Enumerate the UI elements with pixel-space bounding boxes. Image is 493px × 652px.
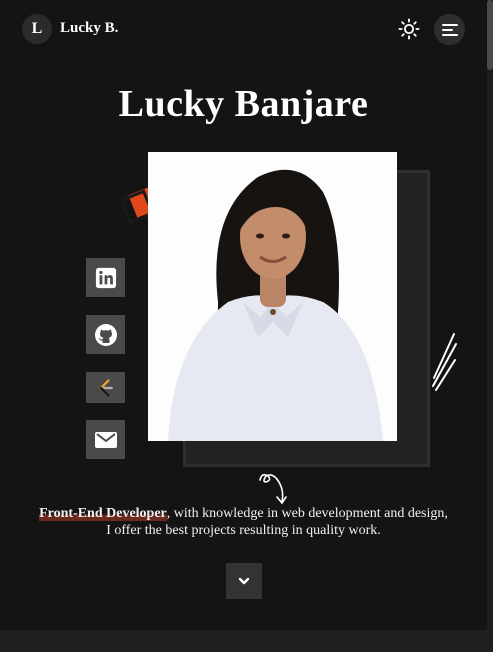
tagline-highlight: Front-End Developer xyxy=(39,506,167,521)
tagline-text: , with knowledge in web development and … xyxy=(166,506,448,521)
logo-name[interactable]: Lucky B. xyxy=(60,20,118,37)
decorative-lines xyxy=(432,333,457,391)
hamburger-menu-icon xyxy=(441,23,458,36)
scroll-down-button[interactable] xyxy=(226,563,262,599)
portrait-illustration xyxy=(148,152,397,441)
leetcode-link[interactable] xyxy=(86,372,125,403)
next-section-edge xyxy=(0,630,487,652)
page-scrollbar[interactable] xyxy=(487,0,493,652)
tagline-text-line2: I offer the best projects resulting in q… xyxy=(106,523,381,538)
arrow-doodle-icon xyxy=(259,473,287,505)
github-link[interactable] xyxy=(86,315,125,354)
tagline: Front-End Developer, with knowledge in w… xyxy=(0,505,487,539)
mail-icon xyxy=(94,431,117,448)
scrollbar-thumb[interactable] xyxy=(487,0,493,70)
linkedin-icon xyxy=(95,267,116,288)
email-link[interactable] xyxy=(86,420,125,459)
chevron-down-icon xyxy=(238,577,250,585)
theme-toggle-button[interactable] xyxy=(397,17,421,41)
page-title: Lucky Banjare xyxy=(118,83,369,125)
leetcode-icon xyxy=(98,378,113,397)
github-icon xyxy=(94,323,117,346)
linkedin-link[interactable] xyxy=(86,258,125,297)
sun-icon xyxy=(398,18,420,40)
profile-photo xyxy=(148,152,397,441)
menu-button[interactable] xyxy=(434,14,465,45)
logo-avatar[interactable]: L xyxy=(22,14,52,44)
